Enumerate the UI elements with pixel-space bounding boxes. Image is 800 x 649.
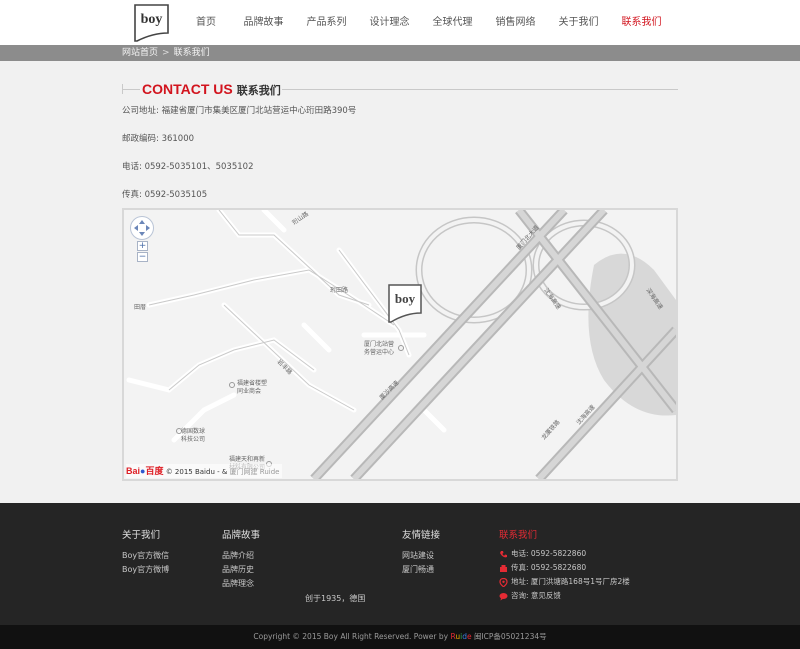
footer-contact-address: 地址: 厦门洪塘路168号1号厂房2楼: [499, 576, 630, 588]
postcode: 邮政编码: 361000: [122, 134, 195, 144]
footer-link-brand-intro[interactable]: 品牌介绍: [222, 550, 254, 561]
breadcrumb: 网站首页 > 联系我们: [122, 45, 210, 61]
footer-contact-title: 联系我们: [499, 530, 538, 541]
map-label-place-2b: 务营运中心: [364, 348, 394, 356]
svg-text:boy: boy: [395, 291, 416, 306]
page-title-cn: 联系我们: [236, 84, 281, 97]
phone: 电话: 0592-5035101、5035102: [122, 162, 254, 172]
nav-design[interactable]: 设计理念: [358, 0, 421, 45]
baidu-logo-cn: 百度: [145, 466, 164, 476]
map-label-place-5a: 福建天和再新: [229, 455, 265, 463]
map-copyright-text: © 2015 Baidu - &: [165, 468, 228, 476]
map-label-road-2: 珩田路: [330, 286, 348, 294]
map-canvas[interactable]: boy 珩山路 珩田路 岩丰路 田厝 厦门北站营 务营运中心 福建省楼塑 同业商…: [124, 210, 676, 479]
map-copyright-suffix: 厦门网建 Ruide: [229, 468, 280, 476]
footer-contact-feedback-text[interactable]: 咨询: 意见反馈: [511, 591, 561, 600]
footer-link-web-build[interactable]: 网站建设: [402, 550, 434, 561]
map-label-place-2a: 厦门北站营: [364, 340, 394, 348]
footer-contact-address-text: 地址: 厦门洪塘路168号1号厂房2楼: [511, 577, 630, 586]
nav-brand-story[interactable]: 品牌故事: [232, 0, 295, 45]
breadcrumb-bar: 网站首页 > 联系我们: [0, 45, 800, 61]
breadcrumb-home[interactable]: 网站首页: [122, 48, 158, 58]
phone-icon: [500, 550, 507, 557]
fax-icon: [500, 564, 507, 572]
copyright-brand-link[interactable]: Ruide: [450, 632, 471, 641]
copyright-brand[interactable]: Ruide: [450, 632, 471, 641]
footer-about-title: 关于我们: [122, 530, 161, 541]
pan-arrows-icon: [134, 220, 150, 236]
main-nav: 首页 品牌故事 产品系列 设计理念 全球代理 销售网络 关于我们 联系我们: [180, 0, 673, 45]
footer-founded: 创于1935，德国: [305, 594, 366, 603]
footer-contact-phone: 电话: 0592-5822860: [499, 548, 586, 560]
map-copyright: Bai●百度 © 2015 Baidu - & 厦门网建 Ruide: [126, 464, 283, 478]
nav-home[interactable]: 首页: [180, 0, 232, 45]
svg-text:boy: boy: [141, 12, 163, 27]
footer-link-brand-history[interactable]: 品牌历史: [222, 564, 254, 575]
breadcrumb-current: 联系我们: [173, 48, 210, 58]
map-label-place-1: 田厝: [134, 304, 146, 311]
fax: 传真: 0592-5035105: [122, 190, 208, 200]
copyright-suffix: 闽ICP备05021234号: [471, 632, 547, 641]
map-zoom-in-button[interactable]: +: [137, 241, 148, 251]
page-title: CONTACT US 联系我们: [142, 80, 281, 98]
baidu-map[interactable]: boy 珩山路 珩田路 岩丰路 田厝 厦门北站营 务营运中心 福建省楼塑 同业商…: [122, 208, 678, 481]
baidu-logo-bai: Bai: [126, 466, 141, 476]
nav-about[interactable]: 关于我们: [547, 0, 610, 45]
footer-contact-phone-text: 电话: 0592-5822860: [511, 549, 587, 558]
footer-brand-title: 品牌故事: [222, 530, 261, 541]
nav-contact[interactable]: 联系我们: [610, 0, 673, 45]
footer-friends-title: 友情链接: [402, 530, 441, 541]
chat-bubble-icon: [499, 592, 508, 600]
footer-link-wechat[interactable]: Boy官方微信: [122, 550, 169, 561]
nav-sales-network[interactable]: 销售网络: [484, 0, 547, 45]
copyright-prefix: Copyright © 2015 Boy All Right Reserved.…: [253, 632, 451, 641]
footer-link-weibo[interactable]: Boy官方微博: [122, 564, 169, 575]
title-decoration-right: [282, 89, 678, 90]
page-title-en: CONTACT US: [142, 81, 233, 97]
footer-contact-feedback[interactable]: 咨询: 意见反馈: [499, 590, 561, 602]
title-decoration-left: [122, 89, 140, 90]
map-label-place-4a: 德国数球: [181, 427, 205, 435]
site-footer: 关于我们 Boy官方微信 Boy官方微博 品牌故事 品牌介绍 品牌历史 品牌理念…: [0, 503, 800, 625]
footer-link-xiamen[interactable]: 厦门畅通: [402, 564, 434, 575]
map-pan-control[interactable]: [130, 216, 154, 240]
boy-logo[interactable]: boy: [133, 3, 170, 43]
nav-products[interactable]: 产品系列: [295, 0, 358, 45]
site-header: boy 首页 品牌故事 产品系列 设计理念 全球代理 销售网络 关于我们 联系我…: [0, 0, 800, 45]
map-label-place-3a: 福建省楼塑: [237, 379, 267, 387]
map-label-place-3b: 同业商会: [237, 387, 261, 395]
footer-contact-fax-text: 传真: 0592-5822680: [511, 563, 587, 572]
map-label-place-4b: 科技公司: [181, 435, 205, 443]
map-zoom-out-button[interactable]: −: [137, 252, 148, 262]
company-address: 公司地址: 福建省厦门市集美区厦门北站营运中心珩田路390号: [122, 106, 357, 116]
footer-contact-fax: 传真: 0592-5822680: [499, 562, 586, 574]
nav-global-agents[interactable]: 全球代理: [421, 0, 484, 45]
footer-link-brand-philosophy[interactable]: 品牌理念: [222, 578, 254, 589]
baidu-logo[interactable]: Bai●百度: [126, 466, 163, 476]
copyright-bar: Copyright © 2015 Boy All Right Reserved.…: [0, 625, 800, 649]
location-pin-icon: [499, 577, 508, 587]
copyright: Copyright © 2015 Boy All Right Reserved.…: [0, 625, 800, 649]
breadcrumb-separator: >: [162, 48, 170, 58]
